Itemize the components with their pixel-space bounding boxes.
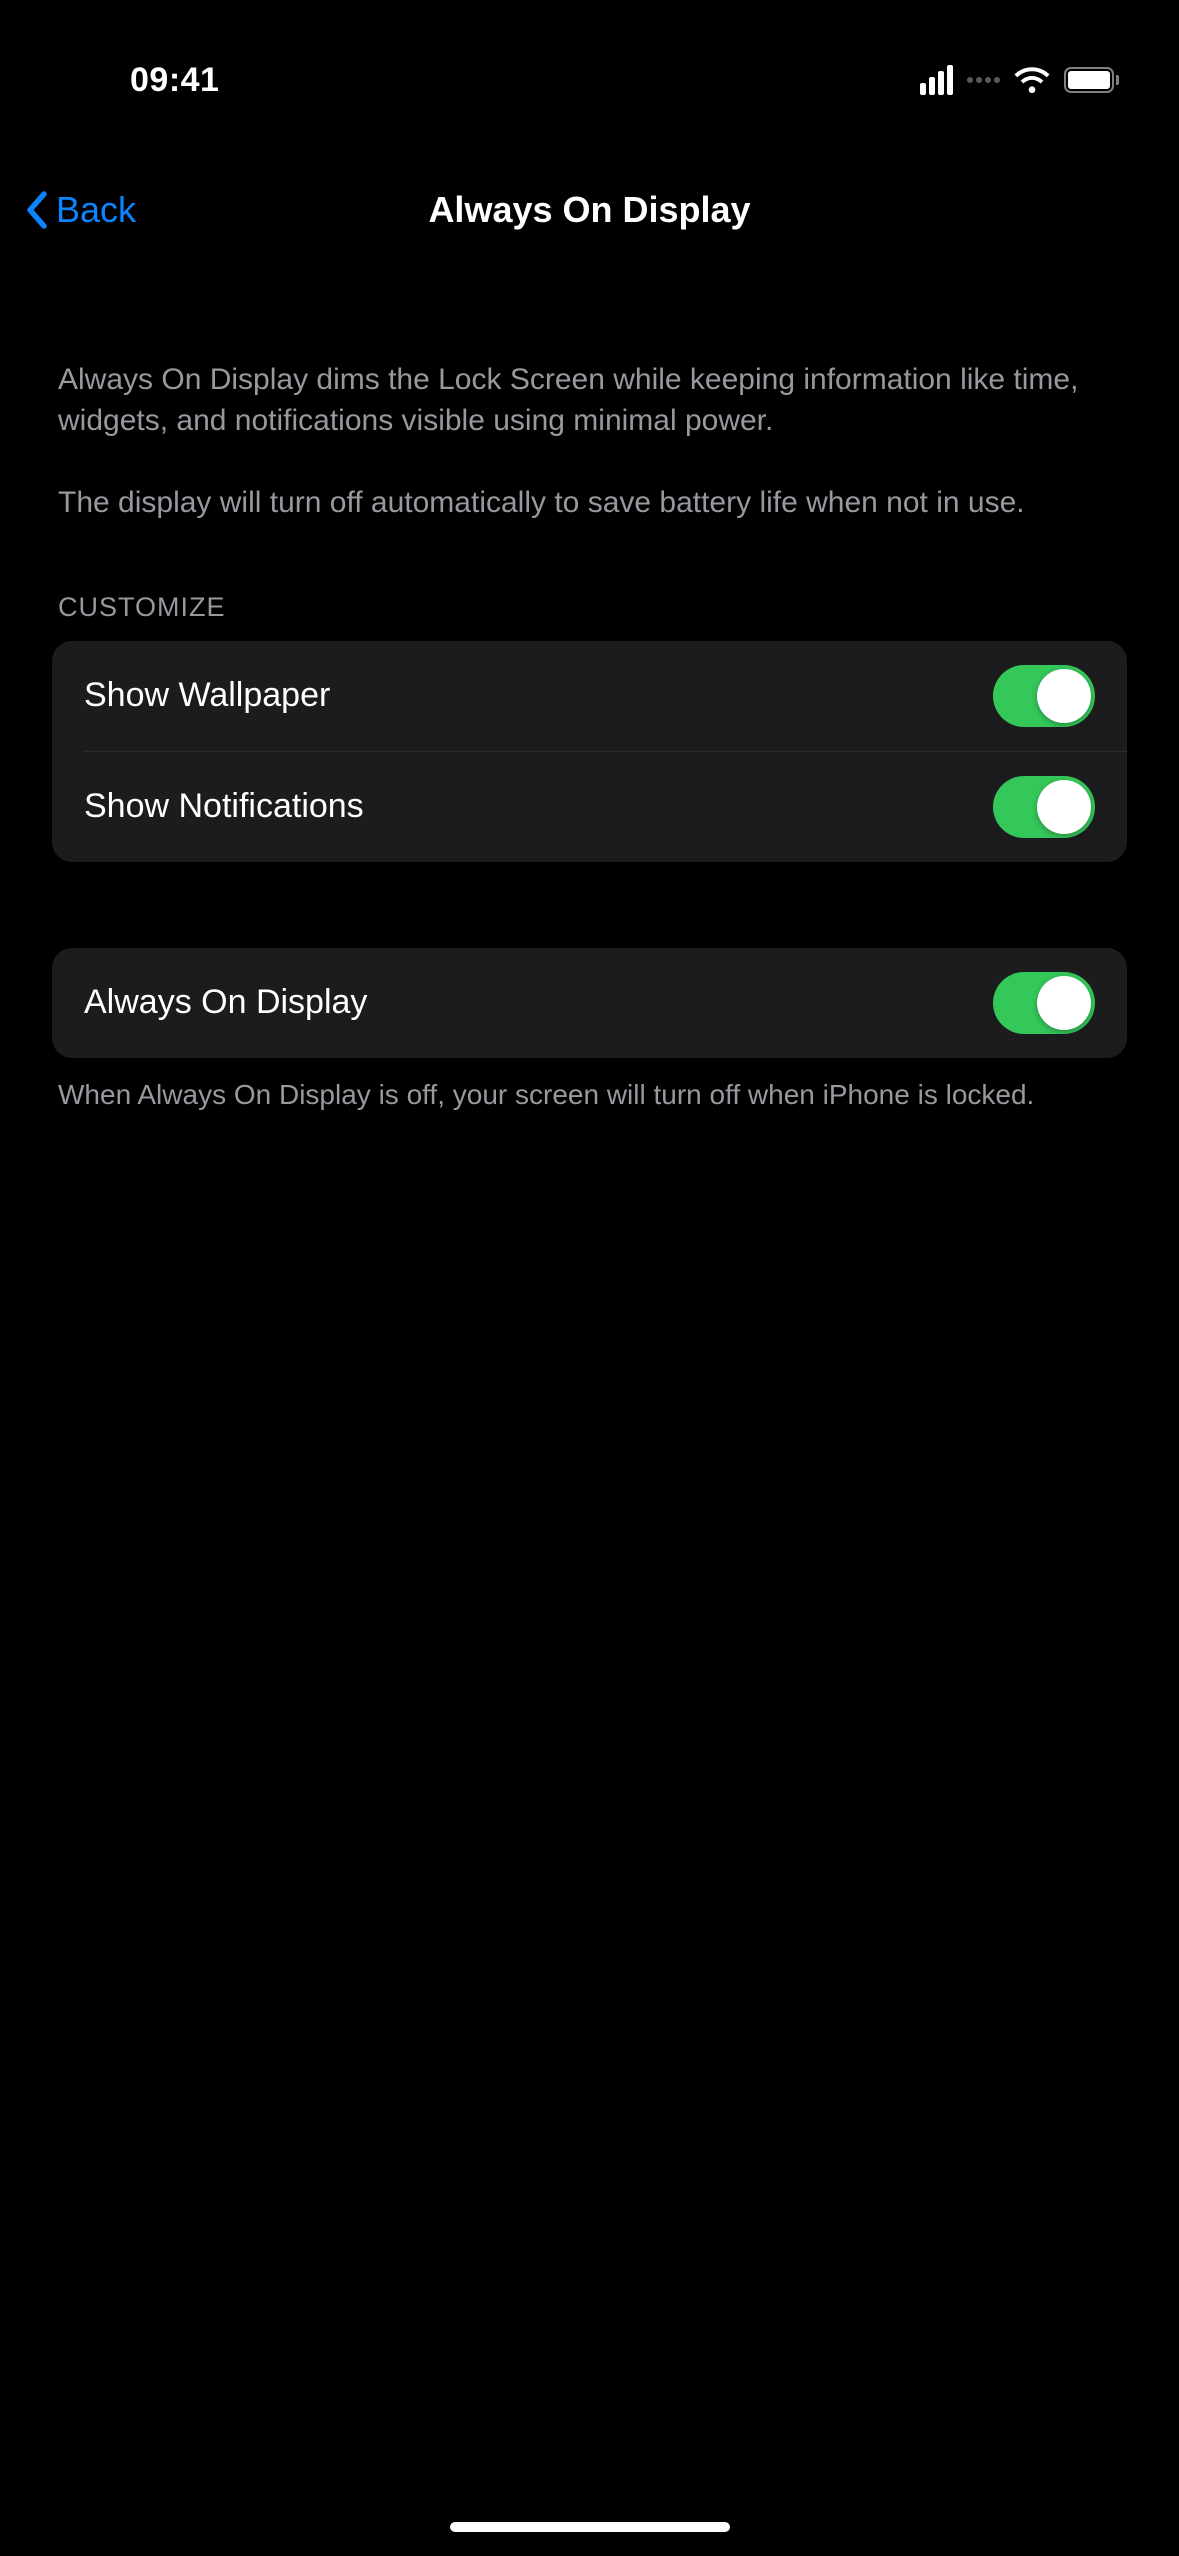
page-title: Always On Display bbox=[428, 189, 750, 231]
wifi-icon bbox=[1014, 67, 1050, 93]
description-paragraph-1: Always On Display dims the Lock Screen w… bbox=[58, 360, 1121, 441]
description-block: Always On Display dims the Lock Screen w… bbox=[52, 360, 1127, 524]
show-wallpaper-toggle[interactable] bbox=[993, 665, 1095, 727]
cell-signal-icon bbox=[920, 65, 953, 95]
show-notifications-row[interactable]: Show Notifications bbox=[84, 751, 1127, 862]
back-button[interactable]: Back bbox=[24, 189, 136, 231]
main-group: Always On Display bbox=[52, 948, 1127, 1058]
always-on-display-row[interactable]: Always On Display bbox=[52, 948, 1127, 1058]
nav-bar: Back Always On Display bbox=[0, 150, 1179, 270]
show-wallpaper-row[interactable]: Show Wallpaper bbox=[52, 641, 1127, 751]
section-header-customize: CUSTOMIZE bbox=[52, 592, 1127, 623]
dual-sim-icon bbox=[967, 77, 1000, 83]
show-notifications-toggle[interactable] bbox=[993, 776, 1095, 838]
show-wallpaper-label: Show Wallpaper bbox=[84, 676, 330, 715]
content: Always On Display dims the Lock Screen w… bbox=[0, 360, 1179, 1113]
show-notifications-label: Show Notifications bbox=[84, 787, 364, 826]
back-label: Back bbox=[56, 189, 136, 231]
home-indicator[interactable] bbox=[450, 2522, 730, 2532]
status-icons bbox=[920, 65, 1119, 95]
chevron-left-icon bbox=[24, 190, 48, 230]
always-on-display-toggle[interactable] bbox=[993, 972, 1095, 1034]
status-time: 09:41 bbox=[130, 61, 219, 100]
footer-text: When Always On Display is off, your scre… bbox=[52, 1058, 1127, 1114]
status-bar: 09:41 bbox=[0, 0, 1179, 130]
customize-group: Show Wallpaper Show Notifications bbox=[52, 641, 1127, 862]
description-paragraph-2: The display will turn off automatically … bbox=[58, 483, 1121, 524]
battery-icon bbox=[1064, 67, 1119, 93]
always-on-display-label: Always On Display bbox=[84, 983, 367, 1022]
